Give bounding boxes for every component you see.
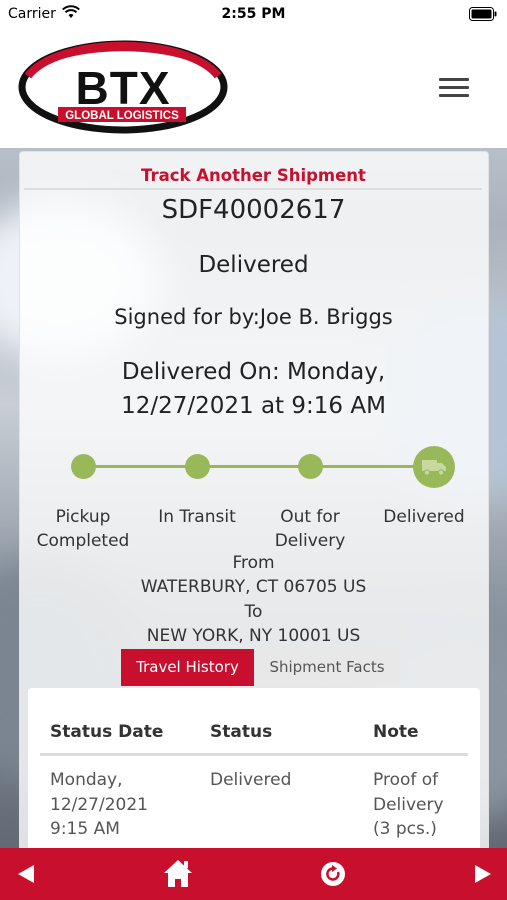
truck-icon <box>421 457 447 481</box>
delivered-on: Delivered On: Monday, 12/27/2021 at 9:16… <box>0 355 507 423</box>
tab-shipment-facts[interactable]: Shipment Facts <box>254 649 400 686</box>
step-dot-in-transit <box>185 454 210 479</box>
btx-logo[interactable]: BTX GLOBAL LOGISTICS <box>18 40 228 135</box>
divider <box>24 188 482 190</box>
app-header: BTX GLOBAL LOGISTICS <box>0 30 507 148</box>
tracking-number: SDF40002617 <box>161 195 346 225</box>
clock: 2:55 PM <box>221 6 286 22</box>
progress-tracker <box>0 446 507 488</box>
route-origin: WATERBURY, CT 06705 US <box>140 577 367 597</box>
bottom-toolbar <box>0 848 507 900</box>
refresh-icon[interactable] <box>315 848 351 900</box>
delivered-on-line1: Delivered On: Monday, <box>121 359 386 385</box>
route-from-label: From <box>232 553 275 573</box>
svg-text:GLOBAL LOGISTICS: GLOBAL LOGISTICS <box>65 110 179 122</box>
table-cell-note: Proof of Delivery (3 pcs.) <box>373 770 444 839</box>
route-to-label: To <box>244 602 263 622</box>
table-header-divider <box>40 753 468 756</box>
table-cell-date: Monday, 12/27/2021 9:15 AM <box>50 770 148 839</box>
step-dot-pickup <box>71 454 96 479</box>
column-header-status: Status <box>210 722 273 742</box>
step-label-delivered: Delivered <box>383 507 465 527</box>
hamburger-menu-icon[interactable] <box>439 78 469 100</box>
forward-arrow-icon[interactable] <box>465 848 501 900</box>
back-arrow-icon[interactable] <box>8 848 44 900</box>
signed-for: Signed for by:Joe B. Briggs <box>114 305 393 329</box>
step-dot-delivered <box>413 446 455 488</box>
step-label-pickup: Pickup Completed <box>36 507 130 551</box>
progress-line <box>83 465 435 468</box>
column-header-note: Note <box>373 722 419 742</box>
step-label-out-for-delivery: Out for Delivery <box>274 507 346 551</box>
delivered-on-line2: 12/27/2021 at 9:16 AM <box>121 393 386 419</box>
battery-icon <box>469 7 497 25</box>
route-destination: NEW YORK, NY 10001 US <box>146 626 361 646</box>
svg-text:BTX: BTX <box>76 62 171 114</box>
column-header-status-date: Status Date <box>50 722 164 742</box>
step-dot-out-for-delivery <box>298 454 323 479</box>
shipment-status: Delivered <box>198 252 309 278</box>
table-cell-status: Delivered <box>210 770 292 790</box>
status-bar: Carrier 2:55 PM <box>0 0 507 30</box>
home-icon[interactable] <box>160 848 196 900</box>
track-another-shipment-link[interactable]: Track Another Shipment <box>0 166 507 185</box>
step-label-in-transit: In Transit <box>158 507 236 527</box>
tab-travel-history[interactable]: Travel History <box>121 649 254 686</box>
